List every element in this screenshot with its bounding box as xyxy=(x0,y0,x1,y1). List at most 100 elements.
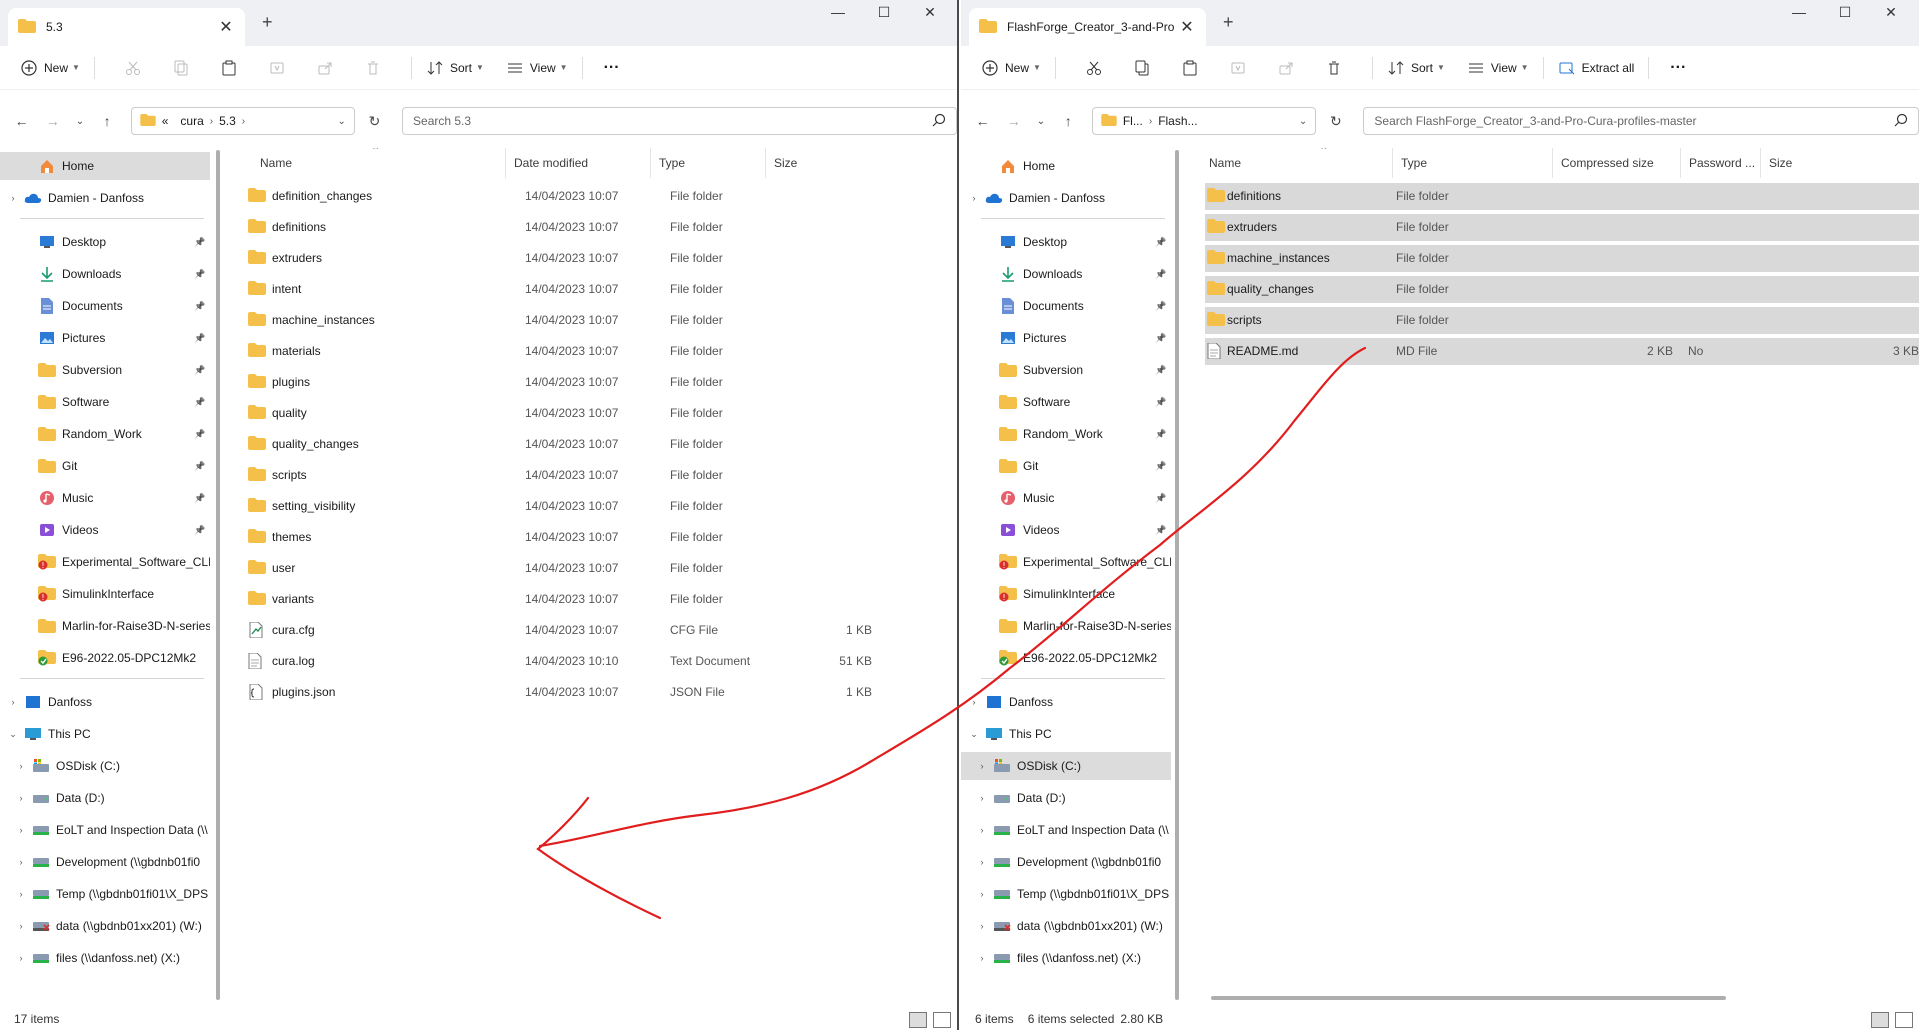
chevron-right-icon[interactable]: › xyxy=(975,857,989,867)
recent-locations-icon[interactable]: ⌄ xyxy=(1029,116,1052,127)
details-view-icon[interactable] xyxy=(909,1012,927,1028)
more-options-icon[interactable]: ··· xyxy=(1663,59,1693,77)
chevron-right-icon[interactable]: › xyxy=(6,193,20,203)
copy-icon[interactable] xyxy=(1118,60,1166,76)
chevron-right-icon[interactable]: › xyxy=(14,857,28,867)
nav-item-simulinkinterface[interactable]: ! SimulinkInterface xyxy=(961,580,1171,608)
address-bar[interactable]: Fl... › Flash... ⌄ xyxy=(1091,107,1317,135)
nav-item-drive-6[interactable]: › files (\\danfoss.net) (X:) xyxy=(961,944,1171,972)
nav-item-subversion[interactable]: Subversion 📌 xyxy=(961,356,1171,384)
column-size[interactable]: Size xyxy=(765,148,845,178)
nav-item-documents[interactable]: Documents 📌 xyxy=(0,292,210,320)
close-window-icon[interactable]: ✕ xyxy=(1868,4,1914,28)
table-row[interactable]: materials 14/04/2023 10:07 File folder xyxy=(244,338,744,365)
nav-item-drive-2[interactable]: › EoLT and Inspection Data (\\ xyxy=(961,816,1171,844)
column-name[interactable]: Name xyxy=(1201,148,1411,178)
nav-item-this-pc[interactable]: ⌄ This PC xyxy=(0,720,210,748)
chevron-right-icon[interactable]: › xyxy=(975,761,989,771)
chevron-right-icon[interactable]: › xyxy=(975,921,989,931)
nav-item-git[interactable]: Git 📌 xyxy=(0,452,210,480)
address-bar[interactable]: « cura › 5.3 › ⌄ xyxy=(130,107,355,135)
table-row[interactable]: quality_changes File folder xyxy=(1205,276,1919,303)
nav-item-downloads[interactable]: Downloads 📌 xyxy=(0,260,210,288)
column-size[interactable]: Size xyxy=(1760,148,1919,178)
chevron-down-icon[interactable]: ⌄ xyxy=(6,729,20,740)
column-type[interactable]: Type xyxy=(1392,148,1552,178)
rename-icon[interactable] xyxy=(1214,60,1262,76)
chevron-right-icon[interactable]: › xyxy=(14,761,28,771)
nav-item-desktop[interactable]: Desktop 📌 xyxy=(0,228,210,256)
column-type[interactable]: Type xyxy=(650,148,765,178)
nav-item-drive-0[interactable]: › OSDisk (C:) xyxy=(961,752,1171,780)
share-icon[interactable] xyxy=(1262,60,1310,76)
close-tab-icon[interactable]: ✕ xyxy=(1178,17,1196,37)
chevron-right-icon[interactable]: › xyxy=(1149,116,1152,127)
back-icon[interactable]: ← xyxy=(6,113,37,129)
nav-item-drive-3[interactable]: › Development (\\gbdnb01fi0 xyxy=(961,848,1171,876)
chevron-right-icon[interactable]: › xyxy=(210,116,213,127)
nav-item-e96-2022-05-dpc12mk2[interactable]: E96-2022.05-DPC12Mk2 xyxy=(0,644,210,672)
nav-item-drive-0[interactable]: › OSDisk (C:) xyxy=(0,752,210,780)
nav-item-software[interactable]: Software 📌 xyxy=(961,388,1171,416)
table-row[interactable]: machine_instances File folder xyxy=(1205,245,1919,272)
table-row[interactable]: quality 14/04/2023 10:07 File folder xyxy=(244,400,744,427)
tiles-view-icon[interactable] xyxy=(1895,1012,1913,1028)
table-row[interactable]: setting_visibility 14/04/2023 10:07 File f… xyxy=(244,493,744,520)
nav-item-drive-5[interactable]: › data (\\gbdnb01xx201) (W:) xyxy=(0,912,210,940)
nav-item-drive-6[interactable]: › files (\\danfoss.net) (X:) xyxy=(0,944,210,972)
nav-item-pictures[interactable]: Pictures 📌 xyxy=(961,324,1171,352)
new-tab-button[interactable]: + xyxy=(1223,12,1234,33)
nav-item-marlin-for-raise3d-n-series[interactable]: Marlin-for-Raise3D-N-series xyxy=(0,612,210,640)
nav-item-onedrive[interactable]: › Damien - Danfoss xyxy=(961,184,1171,212)
cut-icon[interactable] xyxy=(109,60,157,76)
paste-icon[interactable] xyxy=(205,60,253,76)
nav-item-videos[interactable]: Videos 📌 xyxy=(961,516,1171,544)
nav-item-downloads[interactable]: Downloads 📌 xyxy=(961,260,1171,288)
search-box[interactable]: Search 5.3 xyxy=(402,107,957,135)
table-row[interactable]: cura.log 14/04/2023 10:10 Text Document 51 … xyxy=(244,648,872,675)
breadcrumb-overflow[interactable]: « xyxy=(162,114,169,128)
nav-item-desktop[interactable]: Desktop 📌 xyxy=(961,228,1171,256)
nav-item-danfoss[interactable]: › Danfoss xyxy=(961,688,1171,716)
nav-item-random-work[interactable]: Random_Work 📌 xyxy=(961,420,1171,448)
column-date-modified[interactable]: Date modified xyxy=(505,148,650,178)
delete-icon[interactable] xyxy=(1310,60,1358,76)
chevron-right-icon[interactable]: › xyxy=(967,193,981,203)
chevron-right-icon[interactable]: › xyxy=(975,953,989,963)
nav-item-random-work[interactable]: Random_Work 📌 xyxy=(0,420,210,448)
chevron-right-icon[interactable]: › xyxy=(14,921,28,931)
table-row[interactable]: definition_changes 14/04/2023 10:07 File f… xyxy=(244,183,744,210)
table-row[interactable]: README.md MD File 2 KB No 3 KB xyxy=(1205,338,1919,365)
chevron-right-icon[interactable]: › xyxy=(14,889,28,899)
back-icon[interactable]: ← xyxy=(967,113,998,129)
table-row[interactable]: extruders 14/04/2023 10:07 File folder xyxy=(244,245,744,272)
nav-item-home[interactable]: Home xyxy=(961,152,1171,180)
minimize-icon[interactable]: — xyxy=(815,4,861,28)
new-tab-button[interactable]: + xyxy=(262,12,273,33)
nav-item-music[interactable]: Music 📌 xyxy=(961,484,1171,512)
tab-5-3[interactable]: 5.3 ✕ xyxy=(8,8,245,46)
cut-icon[interactable] xyxy=(1070,60,1118,76)
forward-icon[interactable]: → xyxy=(998,113,1029,129)
table-row[interactable]: extruders File folder xyxy=(1205,214,1919,241)
nav-item-drive-4[interactable]: › Temp (\\gbdnb01fi01\X_DPS xyxy=(0,880,210,908)
table-row[interactable]: intent 14/04/2023 10:07 File folder xyxy=(244,276,744,303)
chevron-right-icon[interactable]: › xyxy=(14,825,28,835)
nav-item-music[interactable]: Music 📌 xyxy=(0,484,210,512)
forward-icon[interactable]: → xyxy=(37,113,68,129)
nav-item-this-pc[interactable]: ⌄ This PC xyxy=(961,720,1171,748)
delete-icon[interactable] xyxy=(349,60,397,76)
breadcrumb-fl[interactable]: Fl... xyxy=(1123,114,1143,128)
maximize-icon[interactable]: ☐ xyxy=(861,4,907,28)
view-button[interactable]: View ▼ xyxy=(1467,59,1529,77)
nav-item-marlin-for-raise3d-n-series[interactable]: Marlin-for-Raise3D-N-series xyxy=(961,612,1171,640)
refresh-icon[interactable]: ↻ xyxy=(1320,113,1351,130)
column-password[interactable]: Password ... xyxy=(1680,148,1760,178)
table-row[interactable]: scripts File folder xyxy=(1205,307,1919,334)
table-row[interactable]: cura.cfg 14/04/2023 10:07 CFG File 1 KB xyxy=(244,617,872,644)
nav-item-drive-3[interactable]: › Development (\\gbdnb01fi0 xyxy=(0,848,210,876)
new-button[interactable]: New ▼ xyxy=(20,59,80,77)
nav-item-home[interactable]: Home xyxy=(0,152,210,180)
tab-flashforge[interactable]: FlashForge_Creator_3-and-Pro ✕ xyxy=(969,8,1206,46)
chevron-right-icon[interactable]: › xyxy=(967,697,981,707)
